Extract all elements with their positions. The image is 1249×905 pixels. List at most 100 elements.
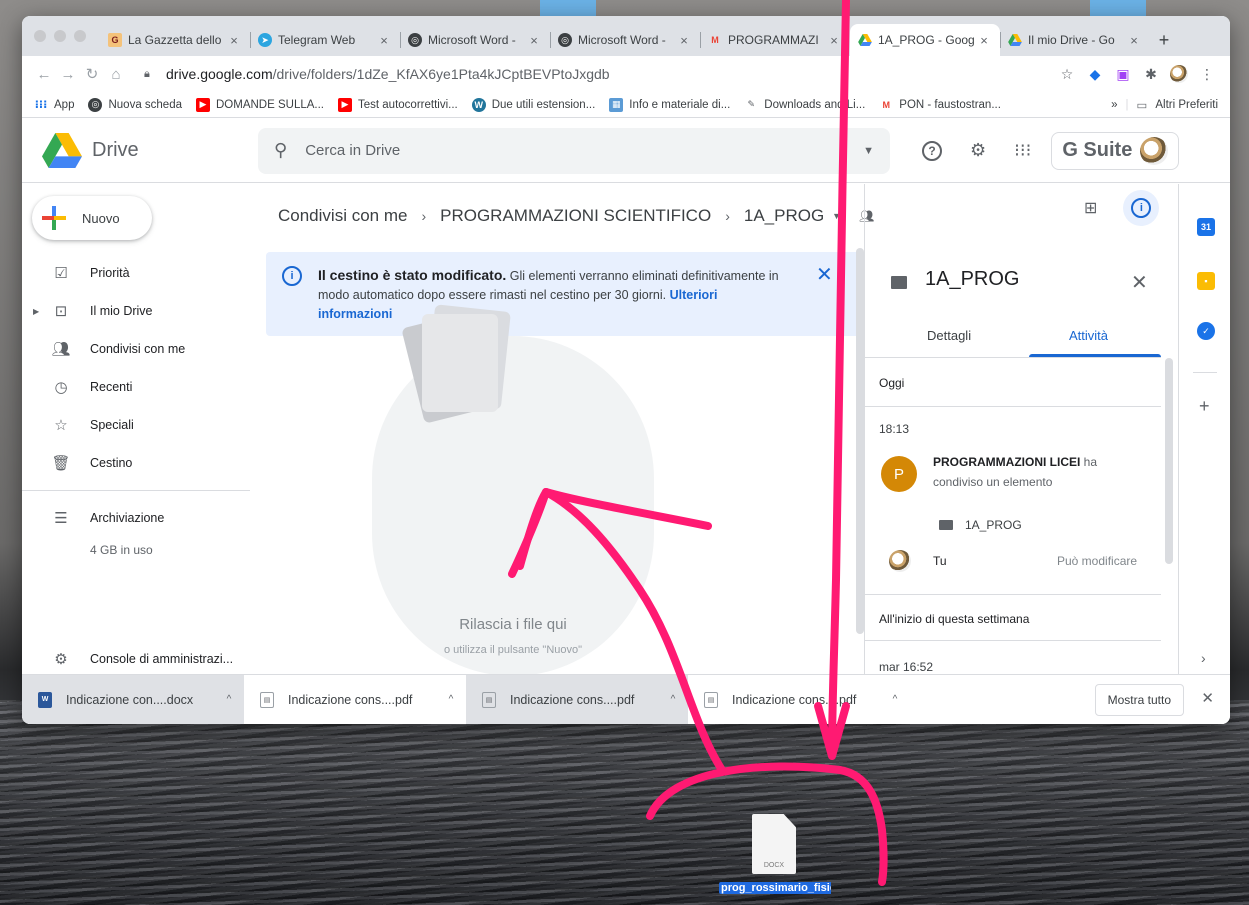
download-item[interactable]: ▤ Indicazione cons....pdf ^ — [244, 675, 466, 725]
close-tab-icon[interactable]: × — [226, 33, 242, 48]
show-all-button[interactable]: Mostra tutto — [1094, 684, 1184, 716]
activity-section-week: All'inizio di questa settimana — [879, 612, 1030, 626]
chevron-up-icon[interactable]: ^ — [214, 694, 244, 705]
tab-label: Microsoft Word - — [428, 33, 516, 47]
chevron-down-icon[interactable]: ▼ — [832, 211, 841, 221]
chevron-up-icon[interactable]: ^ — [880, 694, 910, 705]
close-tab-icon[interactable]: × — [826, 33, 842, 48]
sidebar-item-label: Speciali — [90, 418, 134, 432]
other-bookmarks[interactable]: Altri Preferiti — [1155, 99, 1218, 111]
breadcrumb-current[interactable]: 1A_PROG — [744, 206, 824, 226]
bookmark-domande[interactable]: ▶ DOMANDE SULLA... — [196, 97, 324, 112]
sidebar-item-storage[interactable]: ☰ Archiviazione — [22, 499, 266, 537]
search-input[interactable]: Cerca in Drive — [305, 142, 863, 159]
download-item[interactable]: ▤ Indicazione cons....pdf ^ — [688, 675, 910, 725]
address-bar[interactable]: 🔒︎ drive.google.com /drive/folders/1dZe_… — [136, 60, 1058, 88]
extension-icon[interactable]: ▣ — [1114, 65, 1132, 83]
breadcrumb-item[interactable]: PROGRAMMAZIONI SCIENTIFICO — [440, 206, 711, 226]
expand-arrow-icon[interactable]: ▶ — [33, 307, 39, 316]
tab-my-drive[interactable]: Il mio Drive - Go × — [1000, 24, 1150, 56]
main-scrollbar[interactable] — [856, 248, 864, 634]
close-tab-icon[interactable]: × — [376, 33, 392, 48]
add-app-icon[interactable]: + — [1199, 396, 1210, 417]
folder-icon: ▭ — [1136, 99, 1148, 112]
close-tab-icon[interactable]: × — [976, 33, 992, 48]
download-item[interactable]: W Indicazione con....docx ^ — [22, 674, 244, 724]
user-avatar — [889, 550, 911, 572]
close-tab-icon[interactable]: × — [526, 33, 542, 48]
tab-1a-prog[interactable]: 1A_PROG - Goog × — [850, 24, 1000, 56]
gsuite-account-button[interactable]: G Suite — [1051, 131, 1180, 170]
close-tab-icon[interactable]: × — [1126, 33, 1142, 48]
bookmark-info[interactable]: ▦ Info e materiale di... — [609, 97, 730, 112]
tab-list: G La Gazzetta dello × ➤ Telegram Web × ◎… — [100, 24, 1178, 56]
tab-gazzetta[interactable]: G La Gazzetta dello × — [100, 24, 250, 56]
bookmark-nuova-scheda[interactable]: ◎ Nuova scheda — [88, 97, 182, 112]
sidebar-item-shared[interactable]: 👥︎ Condivisi con me — [22, 330, 266, 368]
sidebar-item-admin-console[interactable]: ⚙ Console di amministrazi... — [22, 640, 266, 678]
bookmark-pon[interactable]: M PON - faustostran... — [879, 98, 1001, 112]
search-bar[interactable]: ⚲ Cerca in Drive ▼ — [258, 127, 890, 174]
new-button[interactable]: Nuovo — [32, 196, 152, 240]
desktop-file-label[interactable]: prog_rossimario_fisica_20 — [719, 882, 831, 905]
download-item[interactable]: ▤ Indicazione cons....pdf ^ — [466, 674, 688, 724]
extension-icon[interactable]: ◆ — [1086, 65, 1104, 83]
extensions-puzzle-icon[interactable]: ✱ — [1142, 65, 1160, 83]
tab-telegram[interactable]: ➤ Telegram Web × — [250, 24, 400, 56]
profile-avatar[interactable] — [1170, 65, 1188, 83]
bookmark-due-utili[interactable]: W Due utili estension... — [471, 97, 595, 112]
apps-grid-icon[interactable]: ⁝⁝⁝ — [1014, 140, 1031, 161]
minimize-window-button[interactable] — [54, 30, 66, 42]
sidebar-item-trash[interactable]: 🗑︎ Cestino — [22, 444, 266, 482]
browser-menu-icon[interactable]: ⋮ — [1198, 65, 1216, 83]
sidebar-item-recent[interactable]: ◷ Recenti — [22, 368, 266, 406]
drive-logo[interactable]: Drive — [42, 133, 258, 168]
bookmark-downloads[interactable]: ✎ Downloads and Li... — [744, 98, 866, 112]
sidebar-item-starred[interactable]: ☆ Speciali — [22, 406, 266, 444]
back-button[interactable]: ← — [32, 62, 56, 86]
keep-icon[interactable]: ▪ — [1197, 272, 1215, 290]
reload-button[interactable]: ↻ — [80, 62, 104, 86]
gazzetta-icon: G — [108, 33, 122, 47]
drop-zone-title: Rilascia i file qui — [459, 616, 567, 633]
details-scrollbar[interactable] — [1165, 358, 1173, 564]
tab-gmail[interactable]: M PROGRAMMAZI × — [700, 24, 850, 56]
download-name: Indicazione cons....pdf — [288, 692, 413, 707]
bookmark-test[interactable]: ▶ Test autocorrettivi... — [338, 97, 458, 112]
bookmark-apps[interactable]: ⁝⁝⁝ App — [34, 98, 75, 112]
chevron-right-icon[interactable]: › — [1201, 650, 1206, 666]
close-icon[interactable]: ✕ — [816, 262, 833, 287]
new-tab-button[interactable]: + — [1150, 24, 1178, 56]
close-icon[interactable]: ✕ — [1131, 270, 1148, 295]
sidebar-item-label: Condivisi con me — [90, 342, 186, 356]
desktop-file-icon[interactable]: DOCX — [740, 810, 798, 878]
search-options-icon[interactable]: ▼ — [863, 145, 874, 157]
sidebar-item-my-drive[interactable]: ▶ ⊡ Il mio Drive — [22, 292, 266, 330]
desktop-background — [0, 700, 1249, 905]
tasks-icon[interactable]: ✓ — [1197, 322, 1215, 340]
maximize-window-button[interactable] — [74, 30, 86, 42]
bookmark-star-icon[interactable]: ☆ — [1058, 65, 1076, 83]
tab-activity[interactable]: Attività — [1069, 328, 1108, 343]
search-icon[interactable]: ⚲ — [274, 140, 287, 161]
tab-word-1[interactable]: ◎ Microsoft Word - × — [400, 24, 550, 56]
calendar-icon[interactable]: 31 — [1197, 218, 1215, 236]
forward-button[interactable]: → — [56, 62, 80, 86]
sidebar-item-priority[interactable]: ☑ Priorità — [22, 254, 266, 292]
activity-action-line2: condiviso un elemento — [933, 475, 1053, 489]
chevron-up-icon[interactable]: ^ — [658, 694, 688, 705]
settings-gear-icon[interactable]: ⚙ — [970, 140, 986, 161]
activity-item[interactable]: 1A_PROG — [939, 518, 1022, 532]
home-button[interactable]: ⌂ — [104, 62, 128, 86]
chevron-up-icon[interactable]: ^ — [436, 694, 466, 705]
close-icon[interactable]: ✕ — [1201, 689, 1214, 707]
tab-details[interactable]: Dettagli — [927, 328, 971, 343]
close-window-button[interactable] — [34, 30, 46, 42]
activity-permission: Può modificare — [1057, 554, 1138, 568]
close-tab-icon[interactable]: × — [676, 33, 692, 48]
tab-word-2[interactable]: ◎ Microsoft Word - × — [550, 24, 700, 56]
help-icon[interactable]: ? — [922, 140, 942, 161]
activity-actor: PROGRAMMAZIONI LICEI — [933, 455, 1081, 469]
breadcrumb-item[interactable]: Condivisi con me — [278, 206, 407, 226]
bookmarks-more-button[interactable]: » — [1111, 99, 1117, 111]
